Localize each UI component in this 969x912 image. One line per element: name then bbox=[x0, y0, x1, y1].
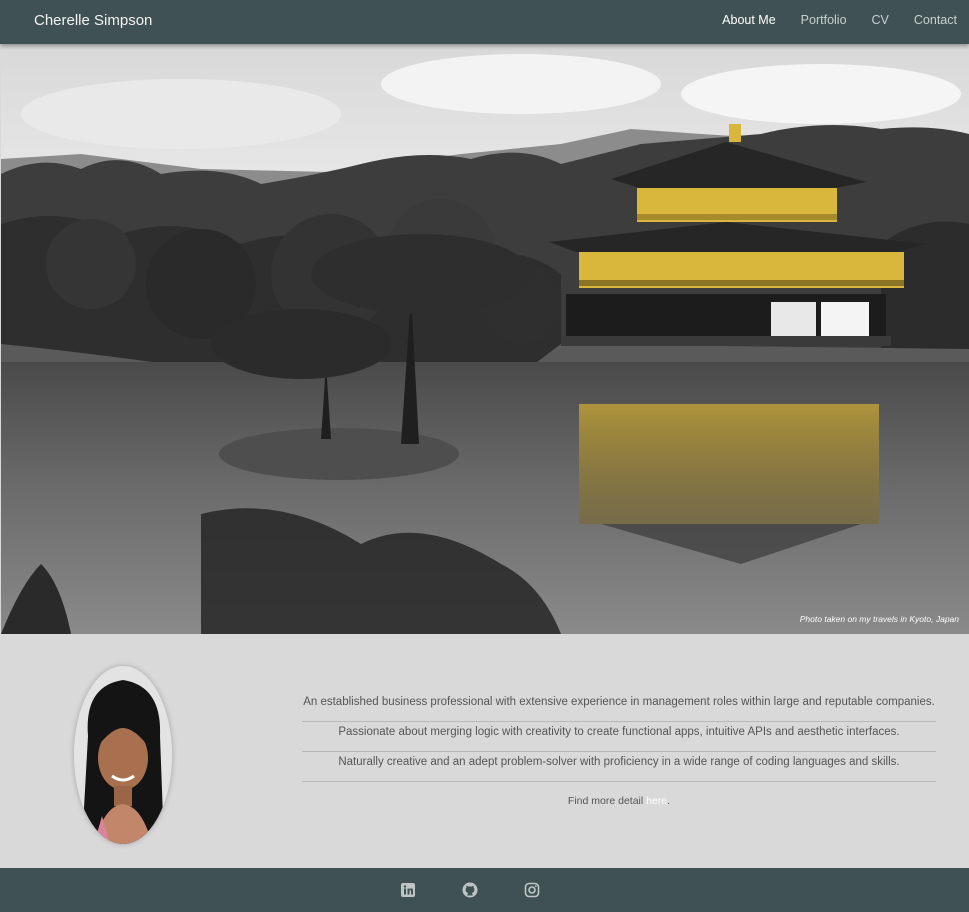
nav-contact[interactable]: Contact bbox=[914, 13, 957, 27]
linkedin-icon[interactable] bbox=[400, 882, 416, 898]
find-more-link[interactable]: here bbox=[646, 795, 667, 807]
footer bbox=[0, 868, 969, 912]
instagram-icon[interactable] bbox=[524, 882, 540, 898]
nav-portfolio[interactable]: Portfolio bbox=[801, 13, 847, 27]
profile-photo bbox=[74, 666, 172, 844]
about-section: An established business professional wit… bbox=[1, 634, 969, 868]
github-icon[interactable] bbox=[462, 882, 478, 898]
find-more-text: Find more detail here. bbox=[567, 795, 671, 807]
hero-image: Photo taken on my travels in Kyoto, Japa… bbox=[1, 44, 969, 634]
social-links bbox=[400, 882, 540, 898]
nav-cv[interactable]: CV bbox=[872, 13, 889, 27]
brand-link[interactable]: Cherelle Simpson bbox=[34, 12, 152, 29]
bio-list: An established business professional wit… bbox=[302, 682, 936, 815]
nav-links: About Me Portfolio CV Contact bbox=[697, 13, 957, 27]
nav-about-me[interactable]: About Me bbox=[722, 13, 776, 27]
navbar: Cherelle Simpson About Me Portfolio CV C… bbox=[0, 0, 969, 44]
kinkakuji-photo bbox=[1, 44, 969, 634]
bio-line-3: Naturally creative and an adept problem-… bbox=[302, 742, 936, 782]
photo-caption: Photo taken on my travels in Kyoto, Japa… bbox=[799, 614, 959, 624]
